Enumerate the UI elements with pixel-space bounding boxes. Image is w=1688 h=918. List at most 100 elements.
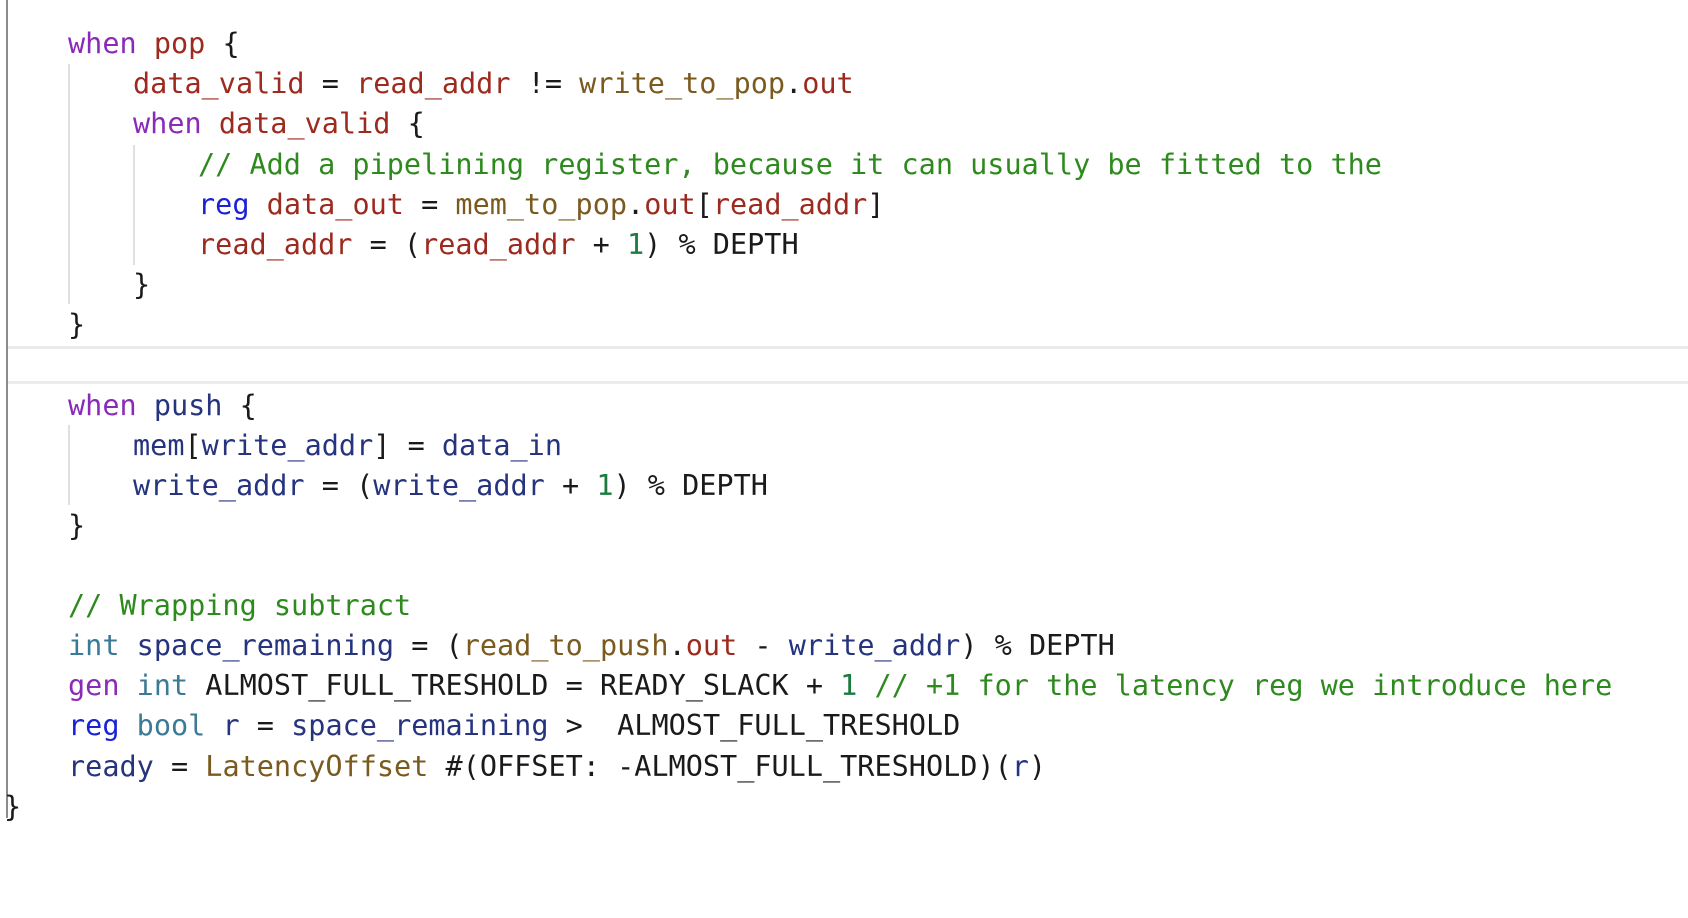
code-token-comment: // Wrapping subtract: [68, 589, 412, 622]
code-token-plain: =: [304, 67, 357, 100]
code-token-var-blue: write_addr: [788, 629, 961, 662]
code-token-keyword: gen: [68, 669, 120, 702]
code-token-number: 1: [840, 669, 858, 702]
code-token-plain: .: [668, 629, 686, 662]
code-token-plain: }: [68, 509, 86, 542]
code-line[interactable]: ready = LatencyOffset #(OFFSET: -ALMOST_…: [0, 747, 1046, 787]
code-token-func: mem_to_pop: [455, 188, 628, 221]
code-token-plain: !=: [510, 67, 580, 100]
code-line[interactable]: }: [0, 265, 150, 305]
code-token-var-red: data_valid: [218, 107, 391, 140]
code-token-comment: // +1 for the latency reg we introduce h…: [874, 669, 1613, 702]
code-token-plain: = (: [394, 629, 463, 662]
code-line[interactable]: }: [0, 787, 21, 827]
code-token-plain: = (: [352, 228, 422, 261]
code-line[interactable]: // Add a pipelining register, because it…: [0, 145, 1382, 185]
code-token-reg: reg: [68, 709, 120, 742]
code-token-plain: =: [153, 750, 206, 783]
code-line[interactable]: // Wrapping subtract: [0, 586, 411, 626]
code-token-func: LatencyOffset: [205, 750, 429, 783]
code-token-var-blue: write_addr: [133, 469, 305, 502]
code-token-var-red: read_addr: [421, 228, 576, 261]
code-token-var-red: read_addr: [712, 188, 868, 221]
code-token-plain: ) % DEPTH: [613, 469, 768, 502]
code-line[interactable]: reg bool r = space_remaining > ALMOST_FU…: [0, 706, 960, 746]
code-token-plain: }: [133, 268, 151, 301]
code-token-plain: ALMOST_FULL_TRESHOLD = READY_SLACK +: [188, 669, 841, 702]
code-token-plain: #(OFFSET: -ALMOST_FULL_TRESHOLD)(: [428, 750, 1012, 783]
code-token-var-red: out: [802, 67, 854, 100]
code-token-func: write_to_pop: [579, 67, 786, 100]
code-line[interactable]: when data_valid {: [0, 104, 425, 144]
code-token-var-blue: write_addr: [201, 429, 374, 462]
code-token-var-blue: space_remaining: [291, 709, 549, 742]
code-token-number: 1: [596, 469, 614, 502]
code-line[interactable]: gen int ALMOST_FULL_TRESHOLD = READY_SLA…: [0, 666, 1612, 706]
code-token-plain: +: [544, 469, 597, 502]
code-token-reg: reg: [198, 188, 250, 221]
code-line[interactable]: int space_remaining = (read_to_push.out …: [0, 626, 1115, 666]
code-token-plain: =: [403, 188, 456, 221]
code-token-var-blue: space_remaining: [136, 629, 395, 662]
code-token-type: bool: [136, 709, 206, 742]
code-token-var-blue: r: [222, 709, 240, 742]
code-line[interactable]: read_addr = (read_addr + 1) % DEPTH: [0, 225, 799, 265]
code-token-var-blue: r: [1011, 750, 1029, 783]
code-token-plain: +: [575, 228, 627, 261]
code-line[interactable]: }: [0, 506, 85, 546]
code-line[interactable]: mem[write_addr] = data_in: [0, 426, 562, 466]
code-line[interactable]: when pop {: [0, 24, 240, 64]
code-token-plain: ]: [867, 188, 885, 221]
code-token-var-blue: push: [153, 389, 223, 422]
code-token-func: read_to_push: [462, 629, 669, 662]
code-token-var-blue: ready: [68, 750, 154, 783]
code-line[interactable]: reg data_out = mem_to_pop.out[read_addr]: [0, 185, 884, 225]
code-token-var-red: data_valid: [133, 67, 305, 100]
code-line[interactable]: data_valid = read_addr != write_to_pop.o…: [0, 64, 854, 104]
code-token-var-red: out: [685, 629, 738, 662]
code-token-var-red: data_out: [266, 188, 404, 221]
code-token-comment: // Add a pipelining register, because it…: [198, 148, 1382, 181]
code-token-type: int: [136, 669, 189, 702]
code-token-var-blue: mem: [133, 429, 185, 462]
code-token-plain: {: [222, 389, 257, 422]
code-token-type: int: [68, 629, 120, 662]
code-token-plain: }: [4, 790, 22, 823]
separator-top: [8, 346, 1688, 349]
code-line[interactable]: when push {: [0, 386, 257, 426]
code-token-keyword: when: [133, 107, 202, 140]
code-token-keyword: when: [68, 27, 137, 60]
code-line[interactable]: write_addr = (write_addr + 1) % DEPTH: [0, 466, 768, 506]
code-token-plain: ] =: [373, 429, 442, 462]
code-token-plain: = (: [304, 469, 374, 502]
code-line[interactable]: }: [0, 305, 85, 345]
code-token-plain: .: [627, 188, 645, 221]
separator-bottom: [8, 381, 1688, 384]
code-token-var-red: pop: [153, 27, 206, 60]
code-token-plain: ): [1028, 750, 1047, 783]
code-token-plain: ) % DEPTH: [960, 629, 1115, 662]
code-token-var-red: out: [644, 188, 696, 221]
code-token-var-red: read_addr: [198, 228, 353, 261]
code-token-plain: > ALMOST_FULL_TRESHOLD: [548, 709, 961, 742]
code-token-plain: =: [239, 709, 292, 742]
code-token-plain: [: [695, 188, 713, 221]
code-editor[interactable]: when pop { data_valid = read_addr != wri…: [0, 0, 1688, 918]
code-token-plain: ) % DEPTH: [644, 228, 799, 261]
code-token-plain: .: [785, 67, 803, 100]
code-token-plain: [: [184, 429, 202, 462]
code-token-plain: }: [68, 308, 86, 341]
code-token-var-red: read_addr: [356, 67, 511, 100]
code-token-plain: {: [205, 27, 240, 60]
code-token-plain: {: [390, 107, 425, 140]
code-token-keyword: when: [68, 389, 137, 422]
code-token-var-blue: data_in: [441, 429, 562, 462]
code-token-number: 1: [627, 228, 645, 261]
